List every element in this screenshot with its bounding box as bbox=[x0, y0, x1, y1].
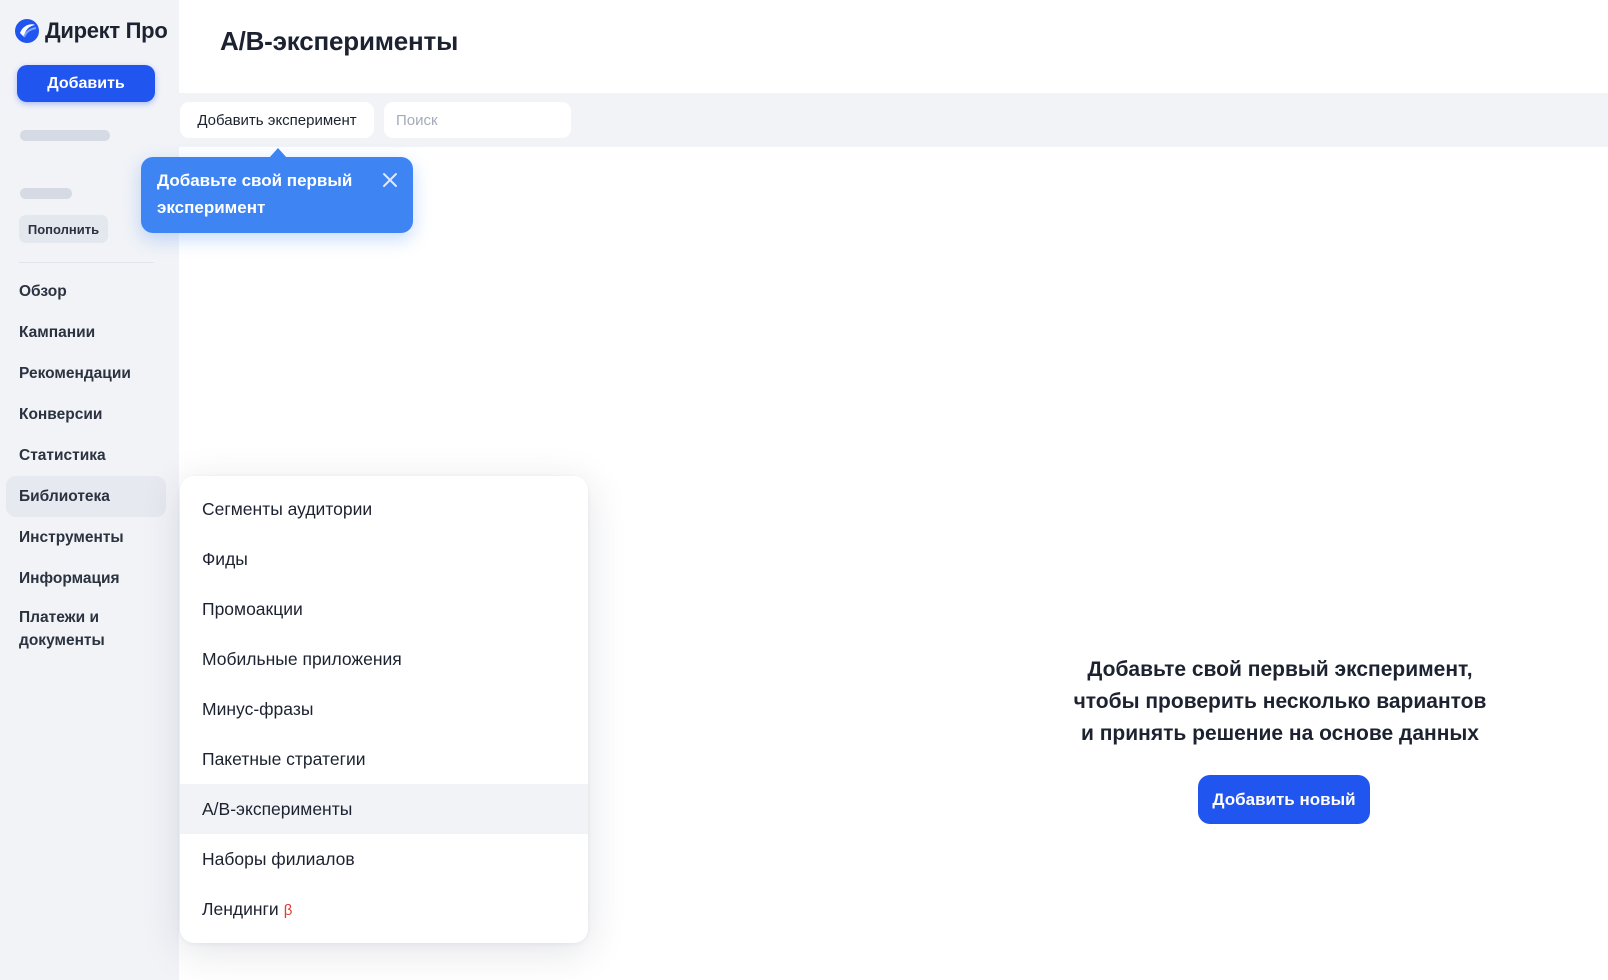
beta-badge: β bbox=[283, 902, 293, 919]
menu-item-ab-experiments[interactable]: A/B-эксперименты bbox=[180, 784, 588, 834]
empty-state-line: Добавьте свой первый эксперимент, bbox=[1087, 658, 1473, 681]
sidebar: Директ Про Добавить Пополнить Обзор Камп… bbox=[0, 0, 179, 980]
onboarding-tooltip: Добавьте свой первый эксперимент bbox=[141, 148, 413, 233]
menu-item-audience-segments[interactable]: Сегменты аудитории bbox=[180, 484, 588, 534]
direct-logo-icon bbox=[15, 19, 39, 43]
sidebar-item-information[interactable]: Информация bbox=[6, 558, 166, 599]
menu-item-package-strategies[interactable]: Пакетные стратегии bbox=[180, 734, 588, 784]
add-button[interactable]: Добавить bbox=[17, 65, 155, 102]
library-menu: Сегменты аудитории Фиды Промоакции Мобил… bbox=[180, 484, 588, 934]
menu-item-feeds[interactable]: Фиды bbox=[180, 534, 588, 584]
close-icon[interactable] bbox=[381, 171, 399, 189]
empty-state-line: чтобы проверить несколько вариантов bbox=[1073, 690, 1487, 713]
sidebar-divider bbox=[19, 262, 154, 263]
page-title: A/B-эксперименты bbox=[220, 26, 459, 56]
sidebar-item-payments[interactable]: Платежи и документы bbox=[6, 599, 132, 652]
sidebar-item-overview[interactable]: Обзор bbox=[6, 271, 166, 312]
menu-item-negative-keywords[interactable]: Минус-фразы bbox=[180, 684, 588, 734]
menu-item-mobile-apps[interactable]: Мобильные приложения bbox=[180, 634, 588, 684]
sidebar-nav: Обзор Кампании Рекомендации Конверсии Ст… bbox=[6, 271, 166, 652]
menu-item-promotions[interactable]: Промоакции bbox=[180, 584, 588, 634]
empty-state-line: и принять решение на основе данных bbox=[1080, 722, 1479, 745]
sidebar-item-library[interactable]: Библиотека bbox=[6, 476, 166, 517]
sidebar-item-campaigns[interactable]: Кампании bbox=[6, 312, 166, 353]
menu-item-branch-sets[interactable]: Наборы филиалов bbox=[180, 834, 588, 884]
empty-state-message: Добавьте свой первый эксперимент, чтобы … bbox=[1030, 654, 1530, 750]
sidebar-item-statistics[interactable]: Статистика bbox=[6, 435, 166, 476]
topup-button[interactable]: Пополнить bbox=[19, 215, 108, 243]
library-dropdown: Сегменты аудитории Фиды Промоакции Мобил… bbox=[180, 476, 588, 943]
account-skeleton bbox=[20, 130, 110, 141]
balance-skeleton bbox=[20, 188, 72, 199]
logo[interactable]: Директ Про bbox=[15, 18, 168, 44]
sidebar-item-conversions[interactable]: Конверсии bbox=[6, 394, 166, 435]
menu-item-landings-label: Лендинги bbox=[202, 899, 279, 919]
logo-text: Директ Про bbox=[45, 18, 168, 43]
tooltip-text: Добавьте свой первый эксперимент bbox=[157, 171, 353, 217]
add-experiment-button[interactable]: Добавить эксперимент bbox=[180, 102, 374, 138]
sidebar-item-tools[interactable]: Инструменты bbox=[6, 517, 166, 558]
menu-item-landings[interactable]: Лендинги β bbox=[180, 884, 588, 934]
search-input[interactable] bbox=[384, 102, 571, 138]
sidebar-item-recommendations[interactable]: Рекомендации bbox=[6, 353, 166, 394]
add-new-button[interactable]: Добавить новый bbox=[1198, 775, 1370, 824]
